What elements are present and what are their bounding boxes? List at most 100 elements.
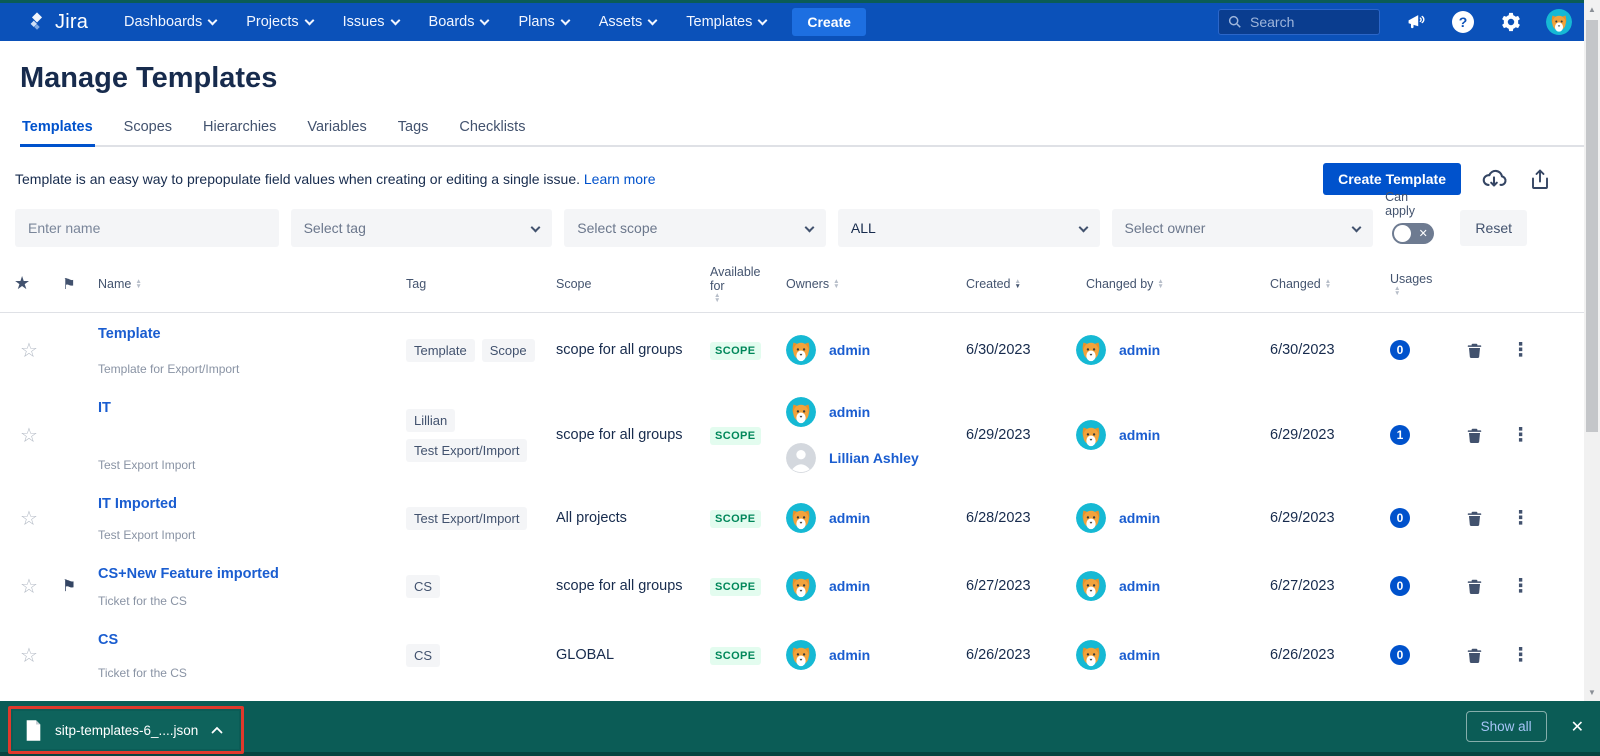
owner-link[interactable]: admin	[829, 647, 870, 663]
more-actions-icon[interactable]: ⋮	[1511, 339, 1530, 362]
chevron-down-icon	[208, 15, 218, 25]
show-all-button[interactable]: Show all	[1466, 711, 1547, 742]
tag-chip: Template	[406, 339, 475, 362]
template-name-link[interactable]: IT Imported	[98, 496, 386, 512]
owner-link[interactable]: admin	[829, 578, 870, 594]
chevron-down-icon	[1352, 222, 1362, 232]
scrollbar-thumb[interactable]	[1586, 20, 1598, 432]
column-header-created[interactable]: Created▲▼	[958, 277, 1076, 291]
tab-tags[interactable]: Tags	[396, 115, 431, 145]
chevron-down-icon	[648, 15, 658, 25]
more-actions-icon[interactable]: ⋮	[1511, 575, 1530, 598]
owner-link[interactable]: admin	[829, 510, 870, 526]
template-name-link[interactable]: CS	[98, 632, 386, 648]
search-input[interactable]	[1250, 14, 1370, 30]
owner-link[interactable]: admin	[829, 404, 870, 420]
delete-icon[interactable]	[1466, 578, 1483, 595]
star-icon[interactable]: ☆	[20, 645, 38, 667]
can-apply-toggle[interactable]: ✕	[1392, 223, 1434, 244]
downloaded-file-chip[interactable]: sitp-templates-6_....json	[13, 711, 239, 749]
scope-filter-select[interactable]: Select scope	[564, 209, 826, 247]
nav-right-group: ?	[1218, 9, 1572, 35]
person-avatar	[786, 443, 816, 473]
help-icon[interactable]: ?	[1450, 9, 1476, 35]
changed-by-link[interactable]: admin	[1119, 510, 1160, 526]
nav-item-boards[interactable]: Boards	[429, 14, 489, 30]
nav-item-plans[interactable]: Plans	[518, 14, 568, 30]
column-header-changed[interactable]: Changed▲▼	[1262, 277, 1382, 291]
chevron-down-icon	[758, 15, 768, 25]
owner-link[interactable]: admin	[829, 342, 870, 358]
close-icon[interactable]: ✕	[1571, 717, 1584, 737]
usages-badge[interactable]: 1	[1390, 425, 1410, 445]
flag-header-icon[interactable]: ⚑	[62, 275, 75, 293]
changed-by-link[interactable]: admin	[1119, 647, 1160, 663]
search-box[interactable]	[1218, 9, 1380, 35]
import-cloud-icon[interactable]	[1481, 166, 1507, 192]
changed-by-link[interactable]: admin	[1119, 342, 1160, 358]
more-actions-icon[interactable]: ⋮	[1511, 424, 1530, 447]
column-header-name[interactable]: Name▲▼	[94, 277, 394, 291]
star-header-icon[interactable]: ★	[14, 273, 30, 294]
nav-item-templates[interactable]: Templates	[686, 14, 766, 30]
chevron-up-icon[interactable]	[211, 726, 223, 734]
template-name-link[interactable]: IT	[98, 400, 386, 416]
tab-checklists[interactable]: Checklists	[457, 115, 527, 145]
file-icon	[25, 720, 42, 741]
jira-logo[interactable]: Jira	[26, 11, 88, 34]
tab-variables[interactable]: Variables	[305, 115, 368, 145]
delete-icon[interactable]	[1466, 510, 1483, 527]
name-filter-input[interactable]	[28, 220, 266, 236]
changed-by-link[interactable]: admin	[1119, 578, 1160, 594]
user-avatar[interactable]	[1546, 9, 1572, 35]
type-filter-select[interactable]: ALL	[838, 209, 1100, 247]
nav-item-projects[interactable]: Projects	[246, 14, 312, 30]
tab-hierarchies[interactable]: Hierarchies	[201, 115, 278, 145]
column-header-changed-by[interactable]: Changed by▲▼	[1076, 277, 1262, 291]
tag-chip: Test Export/Import	[406, 507, 527, 530]
nav-item-dashboards[interactable]: Dashboards	[124, 14, 216, 30]
tab-templates[interactable]: Templates	[20, 115, 95, 147]
learn-more-link[interactable]: Learn more	[584, 171, 656, 187]
star-icon[interactable]: ☆	[20, 425, 38, 447]
name-filter[interactable]	[15, 209, 279, 247]
nav-item-assets[interactable]: Assets	[599, 14, 657, 30]
tab-scopes[interactable]: Scopes	[122, 115, 174, 145]
owner-filter-select[interactable]: Select owner	[1112, 209, 1374, 247]
column-header-owners[interactable]: Owners▲▼	[778, 277, 958, 291]
changed-by-link[interactable]: admin	[1119, 427, 1160, 443]
more-actions-icon[interactable]: ⋮	[1511, 507, 1530, 530]
template-name-link[interactable]: Template	[98, 326, 386, 342]
template-name-link[interactable]: CS+New Feature imported	[98, 566, 386, 582]
usages-badge[interactable]: 0	[1390, 576, 1410, 596]
announcements-icon[interactable]	[1402, 9, 1428, 35]
scrollbar-down-arrow[interactable]: ▼	[1584, 685, 1600, 699]
star-icon[interactable]: ☆	[20, 340, 38, 362]
delete-icon[interactable]	[1466, 342, 1483, 359]
toggle-x-icon: ✕	[1419, 227, 1428, 240]
delete-icon[interactable]	[1466, 647, 1483, 664]
usages-badge[interactable]: 0	[1390, 645, 1410, 665]
column-header-usages[interactable]: Usages▲▼	[1382, 272, 1450, 296]
owner-link[interactable]: Lillian Ashley	[829, 450, 919, 466]
star-icon[interactable]: ☆	[20, 508, 38, 530]
settings-gear-icon[interactable]	[1498, 9, 1524, 35]
tag-filter-select[interactable]: Select tag	[291, 209, 553, 247]
sort-icon: ▲▼	[714, 293, 720, 303]
star-icon[interactable]: ☆	[20, 576, 38, 598]
reset-button[interactable]: Reset	[1460, 210, 1527, 246]
nav-item-issues[interactable]: Issues	[343, 14, 399, 30]
tab-bar: Templates Scopes Hierarchies Variables T…	[20, 115, 1584, 147]
create-button[interactable]: Create	[792, 8, 866, 36]
vertical-scrollbar[interactable]: ▲ ▼	[1584, 0, 1600, 701]
created-date: 6/28/2023	[958, 510, 1076, 526]
scope-text: scope for all groups	[546, 427, 700, 443]
column-header-available-for[interactable]: Available for▲▼	[700, 265, 778, 303]
usages-badge[interactable]: 0	[1390, 508, 1410, 528]
scrollbar-up-arrow[interactable]: ▲	[1584, 2, 1600, 16]
dog-avatar	[1076, 640, 1106, 670]
usages-badge[interactable]: 0	[1390, 340, 1410, 360]
export-share-icon[interactable]	[1527, 166, 1553, 192]
delete-icon[interactable]	[1466, 427, 1483, 444]
more-actions-icon[interactable]: ⋮	[1511, 644, 1530, 667]
